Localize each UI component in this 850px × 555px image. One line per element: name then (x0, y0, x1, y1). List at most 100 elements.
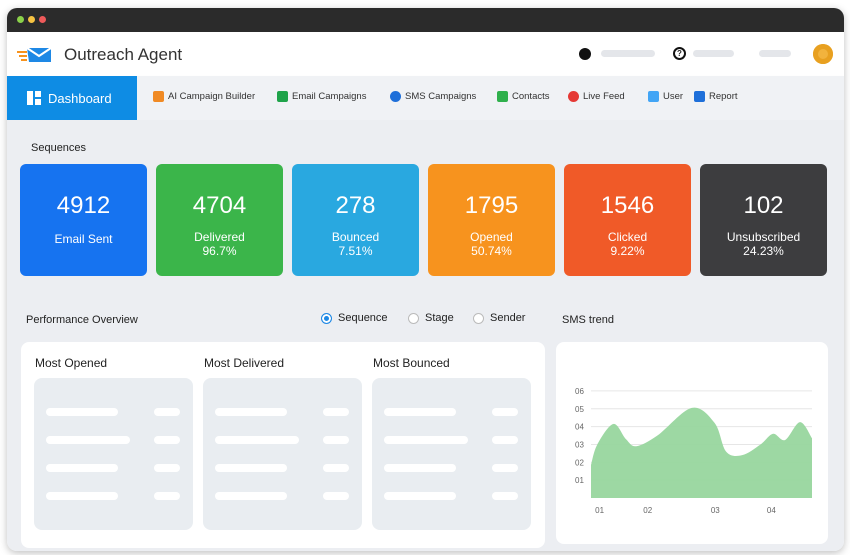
nav-item-sms-campaigns[interactable]: SMS Campaigns (390, 91, 476, 102)
placeholder-bar (492, 464, 518, 472)
placeholder-bar (46, 436, 130, 444)
x-tick-label: 02 (643, 506, 652, 515)
window-dot-icon[interactable] (39, 16, 46, 23)
sms-trend-chart: 01 02 03 04 05 06 01 02 03 04 (575, 387, 812, 515)
placeholder-bar (384, 464, 456, 472)
stat-value: 102 (743, 192, 784, 219)
radio-circle-icon (473, 312, 484, 324)
stat-percent: 9.22% (610, 244, 645, 258)
stat-percent: 96.7% (202, 244, 237, 258)
stat-percent: 24.23% (743, 244, 784, 258)
column-title: Most Opened (35, 356, 108, 370)
window-dot-icon[interactable] (28, 16, 35, 23)
y-tick-label: 04 (575, 423, 584, 432)
placeholder-bar (492, 492, 518, 500)
stat-percent: 7.51% (338, 244, 373, 258)
x-tick-label: 04 (767, 506, 776, 515)
stat-card-delivered[interactable]: 4704 Delivered 96.7% (156, 164, 283, 276)
placeholder-bar (215, 408, 287, 416)
stat-label: Opened (470, 230, 513, 244)
radio-stage[interactable]: Stage (408, 312, 454, 324)
list-placeholder[interactable] (34, 378, 193, 530)
nav-item-label: SMS Campaigns (405, 91, 477, 102)
play-icon[interactable] (579, 48, 591, 60)
stat-value: 278 (335, 192, 376, 219)
stat-percent: 50.74% (471, 244, 512, 258)
stat-card-email-sent[interactable]: 4912 Email Sent (20, 164, 147, 276)
radio-label: Sender (490, 312, 526, 324)
nav-item-report[interactable]: Report (694, 91, 738, 102)
list-placeholder[interactable] (203, 378, 362, 530)
placeholder-bar (154, 464, 180, 472)
placeholder-bar (46, 492, 118, 500)
placeholder-bar (323, 436, 349, 444)
placeholder-pill (759, 50, 791, 57)
radio-circle-icon (408, 312, 419, 324)
nav-item-ai-campaign-builder[interactable]: AI Campaign Builder (153, 91, 255, 102)
nav-item-live-feed[interactable]: Live Feed (568, 91, 625, 102)
radio-label: Stage (425, 312, 454, 324)
user-icon (648, 91, 659, 102)
app-title: Outreach Agent (64, 45, 183, 64)
nav-item-email-campaigns[interactable]: Email Campaigns (277, 91, 366, 102)
stat-value: 1546 (600, 192, 655, 219)
y-tick-label: 01 (575, 476, 584, 485)
title-bar (7, 8, 844, 32)
radio-label: Sequence (338, 312, 388, 324)
help-icon[interactable]: ? (673, 47, 686, 60)
y-tick-label: 06 (575, 387, 584, 396)
placeholder-bar (323, 464, 349, 472)
placeholder-bar (384, 492, 456, 500)
placeholder-bar (215, 492, 287, 500)
stat-card-opened[interactable]: 1795 Opened 50.74% (428, 164, 555, 276)
y-tick-label: 05 (575, 405, 584, 414)
radio-circle-icon (321, 312, 332, 324)
column-most-delivered: Most Delivered (190, 342, 362, 530)
placeholder-bar (323, 492, 349, 500)
y-tick-label: 03 (575, 440, 584, 449)
email-icon (277, 91, 288, 102)
column-most-bounced: Most Bounced (359, 342, 531, 530)
nav-dashboard[interactable]: Dashboard (7, 76, 137, 120)
sms-trend-area (591, 407, 812, 498)
column-title: Most Bounced (373, 356, 450, 370)
stat-card-unsubscribed[interactable]: 102 Unsubscribed 24.23% (700, 164, 827, 276)
stat-card-clicked[interactable]: 1546 Clicked 9.22% (564, 164, 691, 276)
stat-label: Bounced (331, 230, 380, 244)
radio-sender[interactable]: Sender (473, 312, 525, 324)
nav-item-label: User (663, 91, 684, 102)
nav-item-label: Contacts (512, 91, 550, 102)
placeholder-pill (601, 50, 655, 57)
placeholder-bar (215, 436, 299, 444)
list-placeholder[interactable] (372, 378, 531, 530)
app-window: Outreach Agent ? Dashboard AI Campaign B… (7, 8, 844, 551)
placeholder-bar (46, 464, 118, 472)
nav-item-label: Email Campaigns (292, 91, 367, 102)
nav-item-user[interactable]: User (648, 91, 683, 102)
stat-label: Delivered (194, 230, 245, 244)
chat-icon (390, 91, 401, 102)
placeholder-bar (154, 408, 180, 416)
placeholder-bar (492, 408, 518, 416)
dashboard-icon (27, 91, 41, 105)
sms-trend-title: SMS trend (562, 314, 614, 326)
placeholder-pill (693, 50, 734, 57)
y-tick-label: 02 (575, 458, 584, 467)
radio-sequence[interactable]: Sequence (321, 312, 388, 324)
sms-trend-panel: 01 02 03 04 05 06 01 02 03 04 (556, 342, 828, 544)
placeholder-bar (492, 436, 518, 444)
nav-item-contacts[interactable]: Contacts (497, 91, 550, 102)
contacts-icon (497, 91, 508, 102)
avatar[interactable] (813, 44, 833, 64)
nav-item-label: Report (709, 91, 738, 102)
window-dot-icon[interactable] (17, 16, 24, 23)
sequences-title: Sequences (31, 142, 87, 154)
stat-value: 4704 (192, 192, 247, 219)
stat-card-bounced[interactable]: 278 Bounced 7.51% (292, 164, 419, 276)
report-icon (694, 91, 705, 102)
x-tick-label: 03 (711, 506, 720, 515)
main-nav: Dashboard AI Campaign Builder Email Camp… (7, 76, 844, 120)
performance-title: Performance Overview (26, 314, 138, 326)
dashboard-content: Sequences 4912 Email Sent 4704 Delivered… (7, 120, 844, 551)
nav-item-label: AI Campaign Builder (168, 91, 256, 102)
